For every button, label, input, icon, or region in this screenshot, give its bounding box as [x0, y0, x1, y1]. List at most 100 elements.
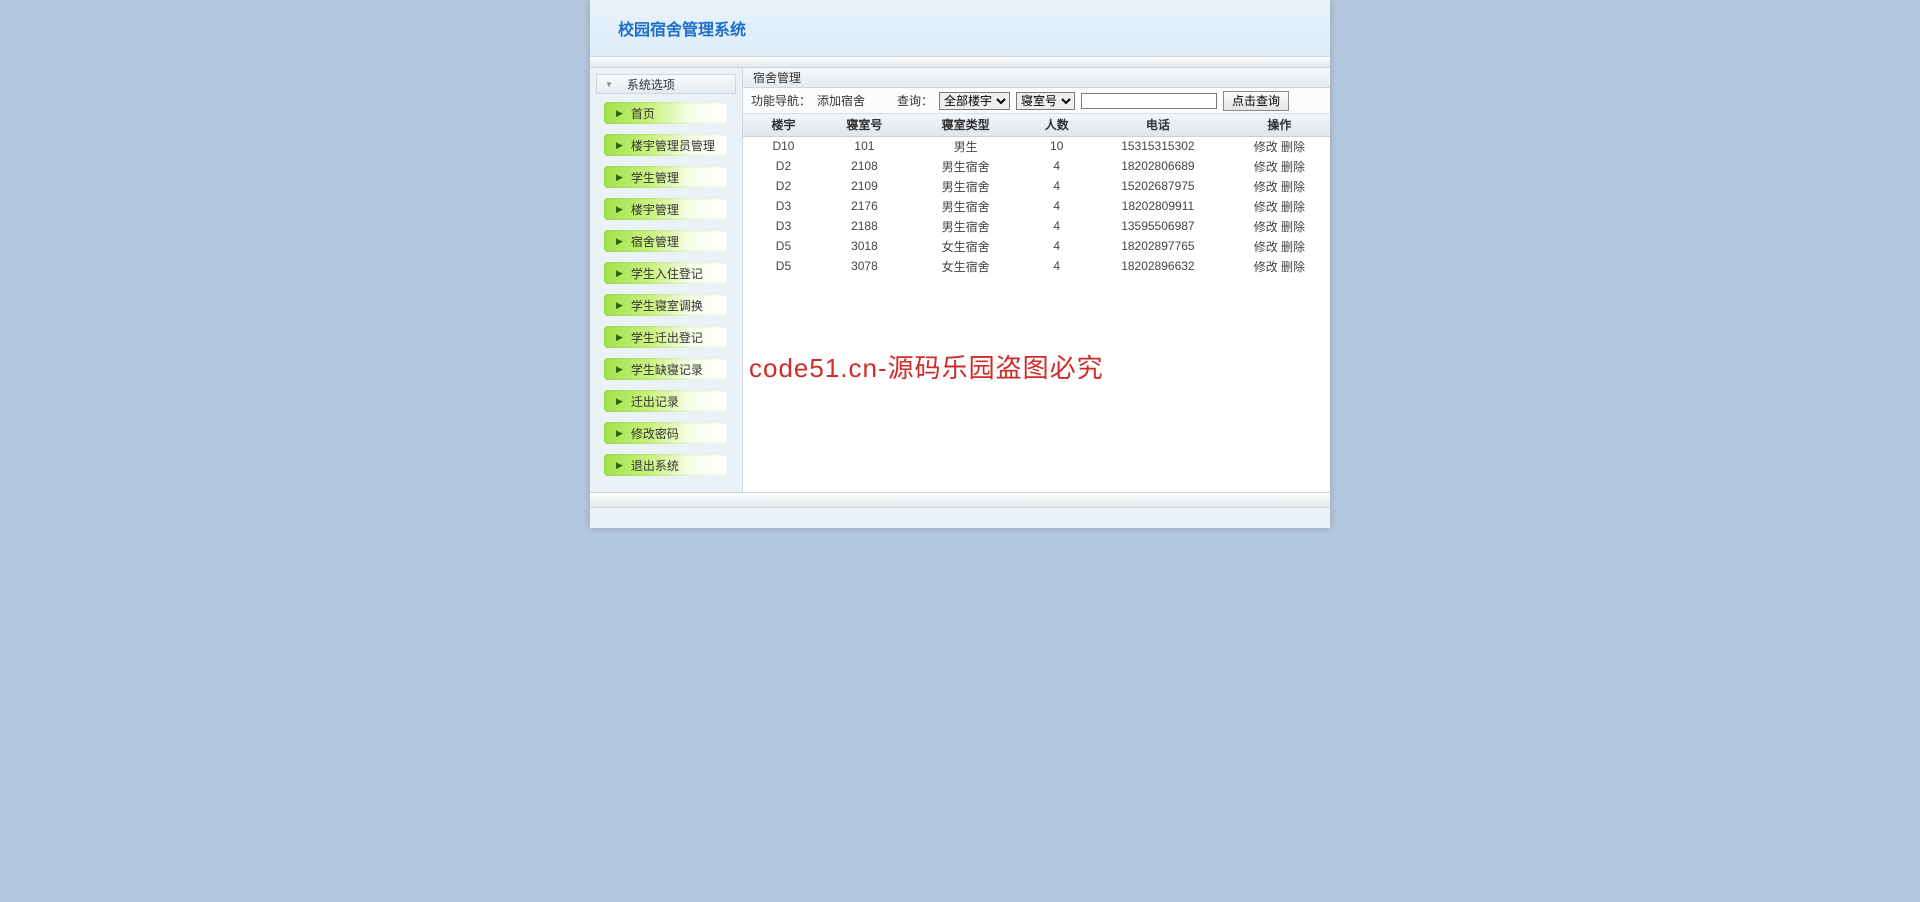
panel-title-bar: 宿舍管理 [743, 68, 1330, 88]
cell-type: 女生宿舍 [905, 236, 1026, 256]
cell-building: D2 [743, 156, 824, 176]
cell-actions: 修改 删除 [1229, 136, 1330, 156]
delete-link[interactable]: 删除 [1281, 140, 1305, 154]
table-body: D10101男生1015315315302修改 删除D22108男生宿舍4182… [743, 136, 1330, 276]
sidebar-item-10[interactable]: ▶ 修改密码 [604, 422, 728, 444]
cell-actions: 修改 删除 [1229, 216, 1330, 236]
edit-link[interactable]: 修改 [1254, 220, 1278, 234]
menu-list: ▶首页▶楼宇管理员管理▶学生管理▶楼宇管理▶宿舍管理▶学生入住登记▶学生寝室调换… [596, 102, 736, 476]
sidebar-item-11[interactable]: ▶退出系统 [604, 454, 728, 476]
sidebar-item-1[interactable]: ▶楼宇管理员管理 [604, 134, 728, 156]
cell-type: 男生宿舍 [905, 196, 1026, 216]
cell-room: 3078 [824, 256, 905, 276]
sidebar-item-8[interactable]: ▶ 学生缺寝记录 [604, 358, 728, 380]
table-row: D22109男生宿舍415202687975修改 删除 [743, 176, 1330, 196]
cell-room: 101 [824, 136, 905, 156]
cell-building: D5 [743, 236, 824, 256]
cell-count: 4 [1026, 156, 1087, 176]
app-container: 校园宿舍管理系统 ▼ 系统选项 ▶首页▶楼宇管理员管理▶学生管理▶楼宇管理▶宿舍… [590, 0, 1330, 528]
cell-count: 4 [1026, 196, 1087, 216]
delete-link[interactable]: 删除 [1281, 200, 1305, 214]
cell-type: 男生宿舍 [905, 216, 1026, 236]
cell-room: 2108 [824, 156, 905, 176]
sidebar-item-2[interactable]: ▶ 学生管理 [604, 166, 728, 188]
delete-link[interactable]: 删除 [1281, 260, 1305, 274]
sidebar-item-9[interactable]: ▶ 迁出记录 [604, 390, 728, 412]
sidebar-header: ▼ 系统选项 [596, 74, 736, 94]
cell-count: 4 [1026, 176, 1087, 196]
cell-phone: 15315315302 [1087, 136, 1229, 156]
sidebar-item-0[interactable]: ▶ 首页 [604, 102, 728, 124]
arrow-icon: ▶ [616, 364, 623, 375]
edit-link[interactable]: 修改 [1254, 140, 1278, 154]
table-row: D53078女生宿舍418202896632修改 删除 [743, 256, 1330, 276]
edit-link[interactable]: 修改 [1254, 180, 1278, 194]
sidebar-item-label: 楼宇管理员管理 [631, 137, 715, 154]
footer-bar [590, 492, 1330, 508]
col-1: 寝室号 [824, 114, 905, 136]
cell-type: 男生宿舍 [905, 156, 1026, 176]
arrow-icon: ▶ [616, 108, 623, 119]
sidebar-item-label: 首页 [631, 105, 655, 122]
cell-actions: 修改 删除 [1229, 256, 1330, 276]
search-button[interactable]: 点击查询 [1223, 91, 1289, 111]
cell-building: D2 [743, 176, 824, 196]
col-2: 寝室类型 [905, 114, 1026, 136]
cell-type: 女生宿舍 [905, 256, 1026, 276]
col-5: 操作 [1229, 114, 1330, 136]
sidebar-item-label: 宿舍管理 [631, 233, 679, 250]
cell-type: 男生宿舍 [905, 176, 1026, 196]
sidebar-item-label: 迁出记录 [631, 393, 679, 410]
sidebar-item-label: 学生管理 [631, 169, 679, 186]
divider-bar [590, 56, 1330, 68]
search-input[interactable] [1081, 93, 1217, 109]
arrow-icon: ▶ [616, 460, 623, 471]
sidebar-item-4[interactable]: ▶宿舍管理 [604, 230, 728, 252]
cell-actions: 修改 删除 [1229, 236, 1330, 256]
arrow-icon: ▶ [616, 172, 623, 183]
cell-phone: 18202897765 [1087, 236, 1229, 256]
footer-space [590, 508, 1330, 528]
chevron-down-icon: ▼ [605, 80, 613, 89]
add-dorm-link[interactable]: 添加宿舍 [817, 92, 865, 109]
delete-link[interactable]: 删除 [1281, 160, 1305, 174]
sidebar-item-6[interactable]: ▶学生寝室调换 [604, 294, 728, 316]
cell-building: D3 [743, 196, 824, 216]
delete-link[interactable]: 删除 [1281, 240, 1305, 254]
sidebar-item-label: 学生缺寝记录 [631, 361, 703, 378]
body-area: ▼ 系统选项 ▶首页▶楼宇管理员管理▶学生管理▶楼宇管理▶宿舍管理▶学生入住登记… [590, 68, 1330, 492]
arrow-icon: ▶ [616, 396, 623, 407]
delete-link[interactable]: 删除 [1281, 220, 1305, 234]
table-row: D32176男生宿舍418202809911修改 删除 [743, 196, 1330, 216]
arrow-icon: ▶ [616, 204, 623, 215]
panel-title: 宿舍管理 [753, 69, 801, 86]
sidebar-item-5[interactable]: ▶学生入住登记 [604, 262, 728, 284]
edit-link[interactable]: 修改 [1254, 160, 1278, 174]
col-0: 楼宇 [743, 114, 824, 136]
sidebar-item-7[interactable]: ▶学生迁出登记 [604, 326, 728, 348]
cell-building: D10 [743, 136, 824, 156]
table-row: D10101男生1015315315302修改 删除 [743, 136, 1330, 156]
cell-count: 10 [1026, 136, 1087, 156]
arrow-icon: ▶ [616, 300, 623, 311]
cell-phone: 13595506987 [1087, 216, 1229, 236]
arrow-icon: ▶ [616, 332, 623, 343]
cell-building: D3 [743, 216, 824, 236]
content: 宿舍管理 功能导航： 添加宿舍 查询： 全部楼宇 寝室号 点击查询 楼宇寝室号寝… [742, 68, 1330, 492]
toolbar: 功能导航： 添加宿舍 查询： 全部楼宇 寝室号 点击查询 [743, 88, 1330, 114]
field-select[interactable]: 寝室号 [1016, 92, 1075, 110]
building-select[interactable]: 全部楼宇 [939, 92, 1010, 110]
sidebar-item-label: 修改密码 [631, 425, 679, 442]
sidebar-item-3[interactable]: ▶ 楼宇管理 [604, 198, 728, 220]
table-row: D32188男生宿舍413595506987修改 删除 [743, 216, 1330, 236]
delete-link[interactable]: 删除 [1281, 180, 1305, 194]
edit-link[interactable]: 修改 [1254, 260, 1278, 274]
cell-phone: 18202896632 [1087, 256, 1229, 276]
edit-link[interactable]: 修改 [1254, 200, 1278, 214]
sidebar-item-label: 楼宇管理 [631, 201, 679, 218]
arrow-icon: ▶ [616, 428, 623, 439]
cell-type: 男生 [905, 136, 1026, 156]
cell-count: 4 [1026, 236, 1087, 256]
edit-link[interactable]: 修改 [1254, 240, 1278, 254]
cell-actions: 修改 删除 [1229, 156, 1330, 176]
